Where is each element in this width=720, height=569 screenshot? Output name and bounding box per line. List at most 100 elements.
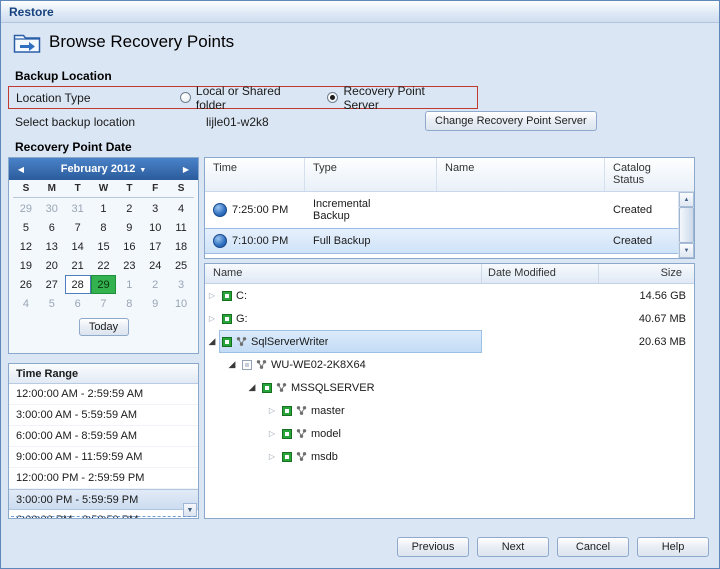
include-checkbox[interactable]: [242, 359, 252, 370]
calendar-day[interactable]: 4: [168, 199, 194, 218]
scroll-up-icon[interactable]: ▲: [679, 192, 694, 207]
recovery-point-time: 7:25:00 PM: [232, 204, 289, 216]
expand-arrow-icon[interactable]: ▷: [205, 314, 219, 323]
time-range-item[interactable]: 3:00:00 AM - 5:59:59 AM: [9, 405, 198, 426]
change-recovery-point-server-button[interactable]: Change Recovery Point Server: [425, 111, 597, 131]
calendar-day[interactable]: 8: [91, 218, 117, 237]
dialog-footer: Previous Next Cancel Help: [1, 537, 719, 561]
collapse-arrow-icon[interactable]: ◢: [205, 336, 219, 347]
include-checkbox[interactable]: [282, 428, 292, 439]
calendar-day[interactable]: 31: [65, 199, 91, 218]
calendar-day[interactable]: 22: [91, 256, 117, 275]
calendar-day[interactable]: 7: [65, 218, 91, 237]
time-range-item[interactable]: 3:00:00 PM - 5:59:59 PM: [9, 489, 198, 510]
expand-arrow-icon[interactable]: ▷: [265, 452, 279, 461]
calendar-day[interactable]: 7: [91, 294, 117, 313]
collapse-arrow-icon[interactable]: ◢: [225, 359, 239, 370]
calendar-day[interactable]: 23: [116, 256, 142, 275]
time-range-item[interactable]: 9:00:00 AM - 11:59:59 AM: [9, 447, 198, 468]
time-range-item[interactable]: 12:00:00 AM - 2:59:59 AM: [9, 384, 198, 405]
tree-row[interactable]: ◢ WU-WE02-2K8X64: [205, 353, 694, 376]
tree-row[interactable]: ▷ master: [205, 399, 694, 422]
calendar-day[interactable]: 8: [116, 294, 142, 313]
calendar-day[interactable]: 29: [90, 275, 117, 294]
recovery-points-scrollbar[interactable]: ▲ ▼: [678, 192, 694, 258]
calendar-day[interactable]: 10: [142, 218, 168, 237]
calendar-day[interactable]: 3: [142, 199, 168, 218]
calendar-day[interactable]: 13: [39, 237, 65, 256]
help-button[interactable]: Help: [637, 537, 709, 557]
recovery-point-row[interactable]: 7:25:00 PM Incremental Backup Created: [205, 192, 678, 228]
calendar-prev-month-icon[interactable]: ◀: [9, 165, 33, 174]
expand-arrow-icon[interactable]: ▷: [265, 429, 279, 438]
tree-row[interactable]: ▷ msdb: [205, 445, 694, 468]
calendar-day[interactable]: 4: [13, 294, 39, 313]
calendar-day-header: M: [47, 183, 56, 194]
calendar-day[interactable]: 9: [116, 218, 142, 237]
calendar-day[interactable]: 27: [39, 275, 65, 294]
calendar-day[interactable]: 11: [168, 218, 194, 237]
calendar-day[interactable]: 20: [39, 256, 65, 275]
calendar-day[interactable]: 26: [13, 275, 39, 294]
calendar-day[interactable]: 12: [13, 237, 39, 256]
scrollbar-thumb[interactable]: [679, 207, 694, 243]
calendar-day[interactable]: 19: [13, 256, 39, 275]
tree-row[interactable]: ▷ model: [205, 422, 694, 445]
include-checkbox[interactable]: [262, 382, 272, 393]
calendar-day[interactable]: 17: [142, 237, 168, 256]
calendar: ◀ February 2012 ▼ ▶ SMTWTFS 29 30 31 1 2 3 4 5 6 7…: [8, 157, 199, 354]
calendar-day[interactable]: 24: [142, 256, 168, 275]
recovery-point-row[interactable]: 7:10:00 PM Full Backup Created: [205, 228, 678, 254]
calendar-day[interactable]: 25: [168, 256, 194, 275]
time-range-item[interactable]: 12:00:00 PM - 2:59:59 PM: [9, 468, 198, 489]
calendar-day[interactable]: 14: [65, 237, 91, 256]
radio-unselected-icon[interactable]: [179, 92, 191, 103]
collapse-arrow-icon[interactable]: ◢: [245, 382, 259, 393]
time-range-item[interactable]: 6:00:00 AM - 8:59:59 AM: [9, 426, 198, 447]
calendar-day[interactable]: 9: [142, 294, 168, 313]
cancel-button[interactable]: Cancel: [557, 537, 629, 557]
calendar-day[interactable]: 6: [39, 218, 65, 237]
calendar-day[interactable]: 6: [65, 294, 91, 313]
calendar-month-dropdown[interactable]: February 2012 ▼: [33, 163, 174, 175]
calendar-day[interactable]: 5: [13, 218, 39, 237]
include-checkbox[interactable]: [222, 313, 232, 324]
calendar-next-month-icon[interactable]: ▶: [174, 165, 198, 174]
scroll-down-icon[interactable]: ▼: [679, 243, 694, 258]
tree-row[interactable]: ◢ MSSQLSERVER: [205, 376, 694, 399]
radio-recovery-point-server[interactable]: Recovery Point Server: [327, 84, 461, 112]
calendar-day[interactable]: 16: [116, 237, 142, 256]
today-button[interactable]: Today: [78, 318, 129, 336]
calendar-day[interactable]: 21: [65, 256, 91, 275]
calendar-day[interactable]: 1: [116, 275, 142, 294]
calendar-day-header: T: [126, 183, 133, 194]
calendar-day[interactable]: 18: [168, 237, 194, 256]
expand-arrow-icon[interactable]: ▷: [265, 406, 279, 415]
time-range-scroll-down-icon[interactable]: ▼: [183, 503, 197, 517]
radio-selected-icon[interactable]: [327, 92, 339, 103]
calendar-day[interactable]: 5: [39, 294, 65, 313]
tree-row[interactable]: ◢ SqlServerWriter 20.63 MB: [205, 330, 694, 353]
calendar-day[interactable]: 2: [142, 275, 168, 294]
scrollbar-track[interactable]: [679, 207, 694, 243]
include-checkbox[interactable]: [282, 451, 292, 462]
next-button[interactable]: Next: [477, 537, 549, 557]
expand-arrow-icon[interactable]: ▷: [205, 291, 219, 300]
include-checkbox[interactable]: [282, 405, 292, 416]
calendar-day[interactable]: 29: [13, 199, 39, 218]
tree-row[interactable]: ▷ G: 40.67 MB: [205, 307, 694, 330]
radio-local-or-shared-folder[interactable]: Local or Shared folder: [179, 84, 312, 112]
calendar-day[interactable]: 15: [91, 237, 117, 256]
include-checkbox[interactable]: [222, 290, 232, 301]
tree-item-label: MSSQLSERVER: [291, 381, 375, 394]
tree-row[interactable]: ▷ C: 14.56 GB: [205, 284, 694, 307]
time-range-item[interactable]: 6:00:00 PM - 8:59:59 PM: [9, 510, 198, 518]
calendar-day[interactable]: 10: [168, 294, 194, 313]
include-checkbox[interactable]: [222, 336, 232, 347]
calendar-day[interactable]: 2: [116, 199, 142, 218]
previous-button[interactable]: Previous: [397, 537, 469, 557]
calendar-day[interactable]: 3: [168, 275, 194, 294]
calendar-day[interactable]: 28: [64, 275, 91, 294]
calendar-day[interactable]: 30: [39, 199, 65, 218]
calendar-day[interactable]: 1: [91, 199, 117, 218]
